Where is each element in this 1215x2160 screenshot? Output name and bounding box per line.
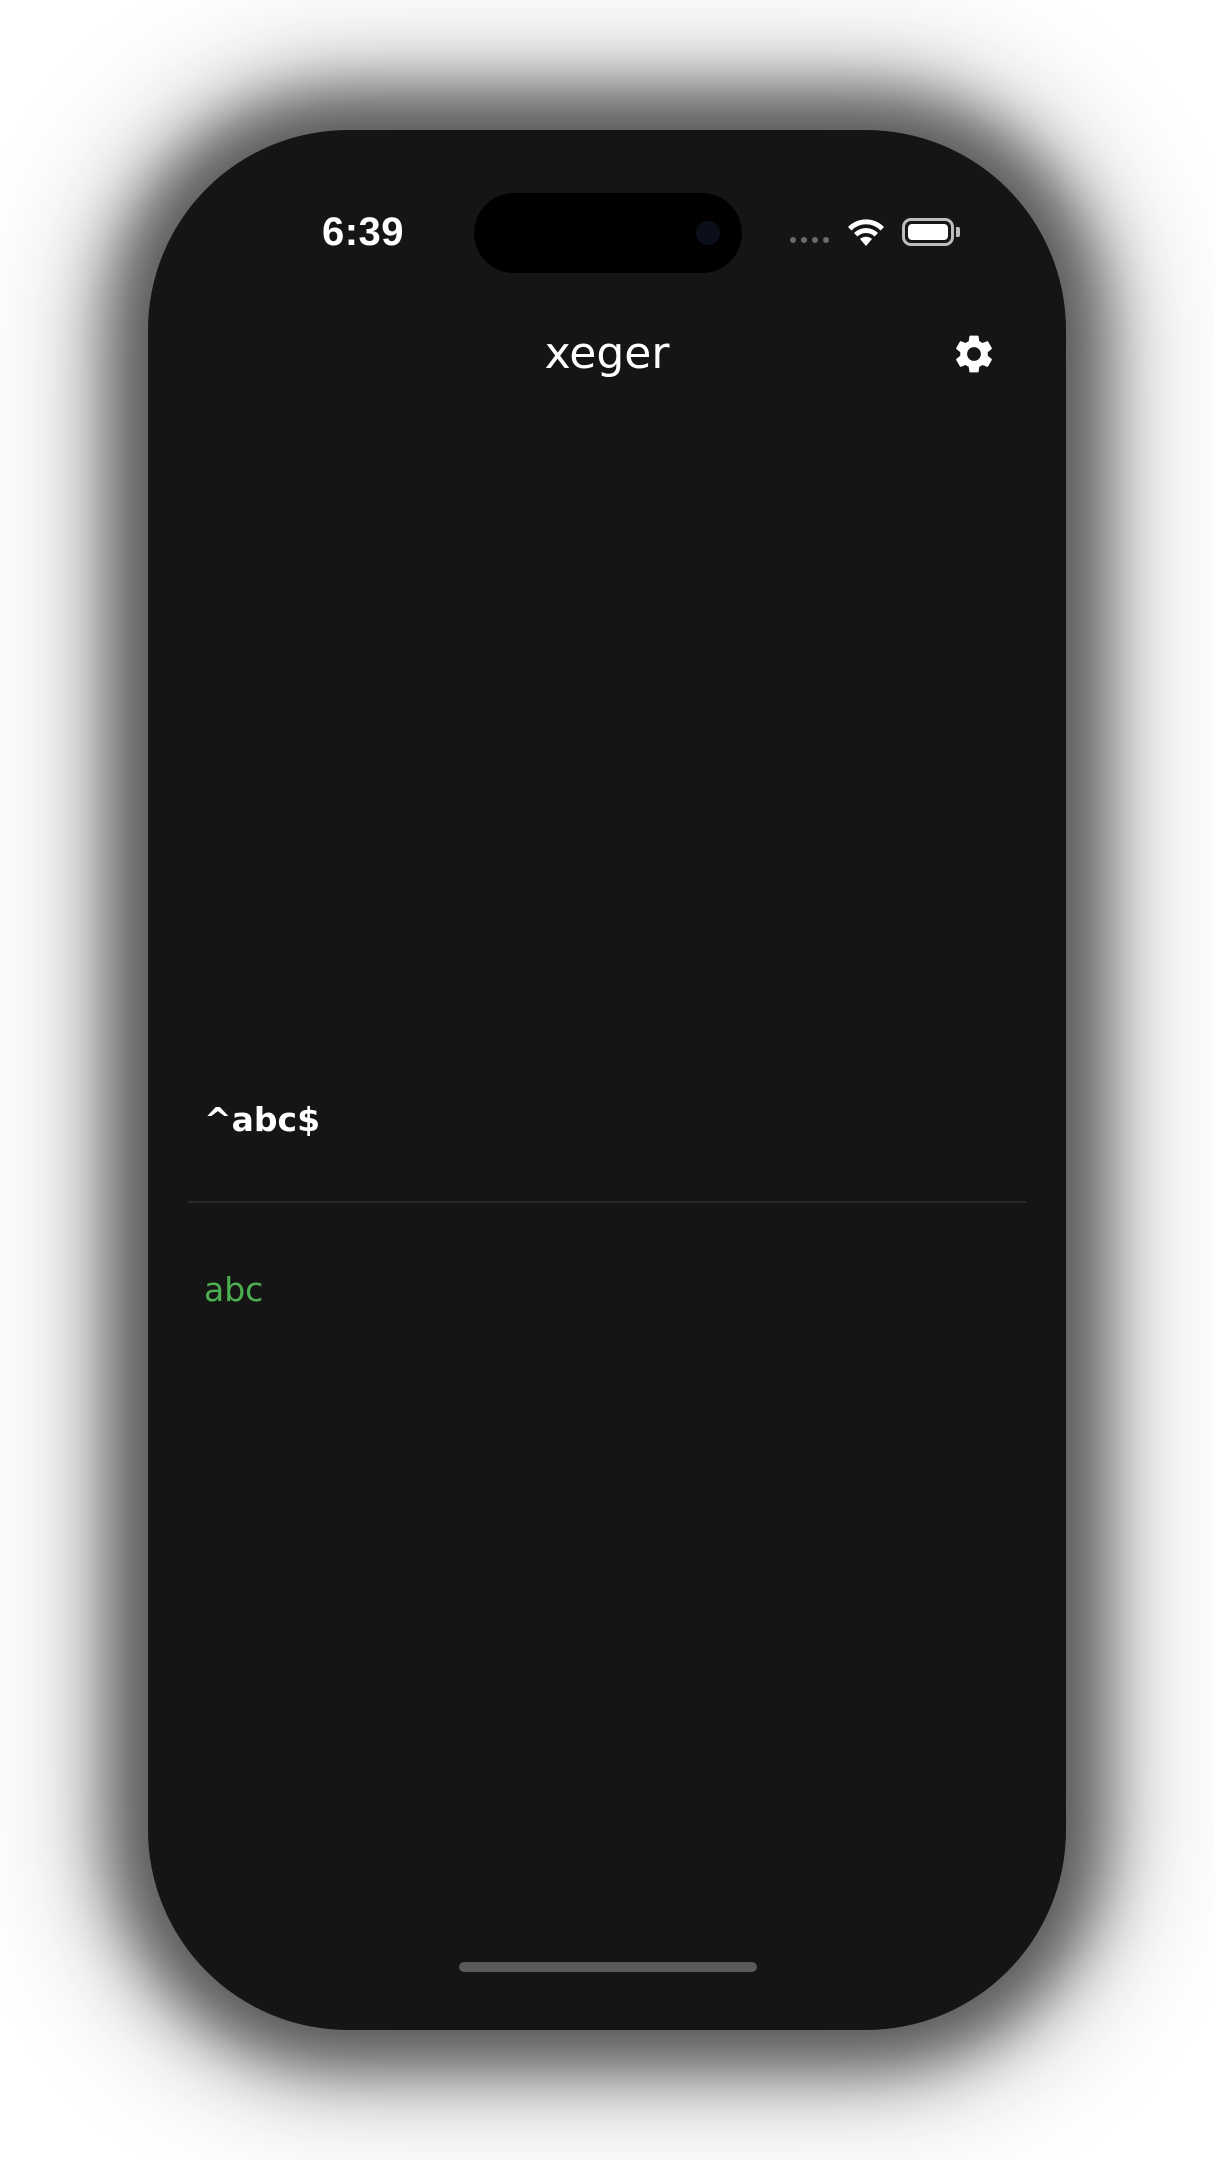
battery-icon [902, 218, 954, 246]
wifi-icon [848, 219, 884, 246]
regex-input[interactable]: ^abc$ [204, 1100, 320, 1139]
gear-icon [956, 335, 992, 373]
settings-button[interactable] [946, 326, 1002, 382]
front-camera [696, 221, 720, 245]
battery-tip [956, 227, 960, 237]
home-indicator[interactable] [459, 1962, 757, 1972]
phone-frame: 6:39 xeger ^abc$ abc [148, 130, 1066, 2030]
divider [188, 1201, 1026, 1203]
cellular-signal-icon [790, 237, 829, 243]
status-time: 6:39 [321, 210, 405, 254]
dynamic-island [474, 193, 742, 273]
match-result: abc [204, 1270, 264, 1309]
app-title: xeger [544, 328, 670, 379]
